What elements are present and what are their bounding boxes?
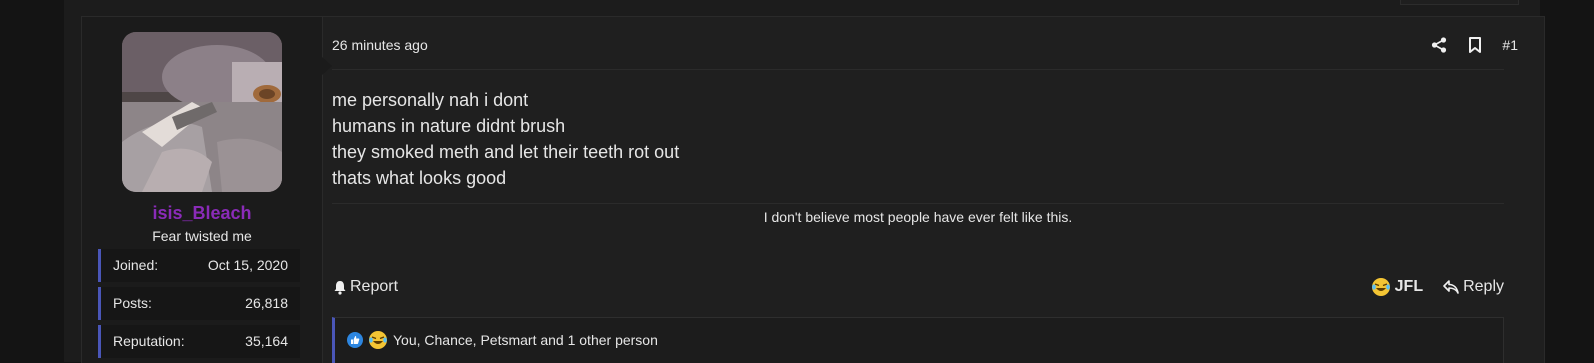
post-body: me personally nah i dont humans in natur… bbox=[332, 87, 679, 191]
stat-value: Oct 15, 2020 bbox=[207, 257, 288, 273]
signature-divider bbox=[332, 203, 1504, 204]
reply-label: Reply bbox=[1463, 278, 1504, 295]
user-title: Fear twisted me bbox=[152, 228, 252, 244]
report-button[interactable]: Report bbox=[333, 278, 398, 296]
stat-joined: Joined: Oct 15, 2020 bbox=[98, 249, 300, 282]
laughing-emoji-icon bbox=[369, 331, 387, 349]
share-icon[interactable] bbox=[1430, 36, 1448, 54]
report-label: Report bbox=[350, 278, 399, 295]
top-tab-strip bbox=[1400, 0, 1519, 5]
reactions-bar[interactable]: You, Chance, Petsmart and 1 other person bbox=[332, 317, 1504, 363]
user-arrow bbox=[322, 57, 332, 75]
forum-post: isis_Bleach Fear twisted me Joined: Oct … bbox=[81, 16, 1545, 363]
stat-label: Reputation: bbox=[113, 333, 185, 349]
stat-value: 26,818 bbox=[245, 295, 288, 311]
username[interactable]: isis_Bleach bbox=[82, 203, 322, 224]
thumbs-up-icon bbox=[347, 332, 363, 348]
react-label: JFL bbox=[1394, 278, 1424, 295]
reactions-summary: You, Chance, Petsmart and 1 other person bbox=[347, 330, 658, 350]
avatar-image bbox=[122, 32, 282, 192]
bell-icon bbox=[334, 280, 346, 295]
post-body-line: they smoked meth and let their teeth rot… bbox=[332, 142, 680, 162]
post-body-line: humans in nature didnt brush bbox=[332, 116, 566, 136]
post-body-line: me personally nah i dont bbox=[332, 90, 529, 110]
post-header-actions: #1 bbox=[1430, 33, 1518, 57]
post-timestamp[interactable]: 26 minutes ago bbox=[332, 37, 428, 53]
reply-button[interactable]: Reply bbox=[1443, 278, 1504, 296]
laughing-emoji-icon bbox=[1371, 278, 1390, 296]
stat-reputation: Reputation: 35,164 bbox=[98, 325, 300, 358]
post-footer-actions: JFL Reply bbox=[1371, 277, 1504, 297]
post-body-line: thats what looks good bbox=[332, 168, 507, 188]
stat-posts: Posts: 26,818 bbox=[98, 287, 300, 320]
stat-value: 35,164 bbox=[245, 333, 288, 349]
signature: I don't believe most people have ever fe… bbox=[763, 209, 1073, 225]
stat-label: Joined: bbox=[113, 257, 159, 273]
user-sidebar: isis_Bleach Fear twisted me Joined: Oct … bbox=[82, 17, 323, 363]
bookmark-icon[interactable] bbox=[1466, 36, 1484, 54]
reply-icon bbox=[1443, 280, 1459, 294]
post-number[interactable]: #1 bbox=[1502, 37, 1518, 53]
reactions-text[interactable]: You, Chance, Petsmart and 1 other person bbox=[393, 332, 658, 348]
react-button[interactable]: JFL bbox=[1371, 277, 1423, 297]
stat-label: Posts: bbox=[113, 295, 152, 311]
avatar[interactable] bbox=[122, 32, 282, 192]
header-divider bbox=[332, 69, 1504, 70]
